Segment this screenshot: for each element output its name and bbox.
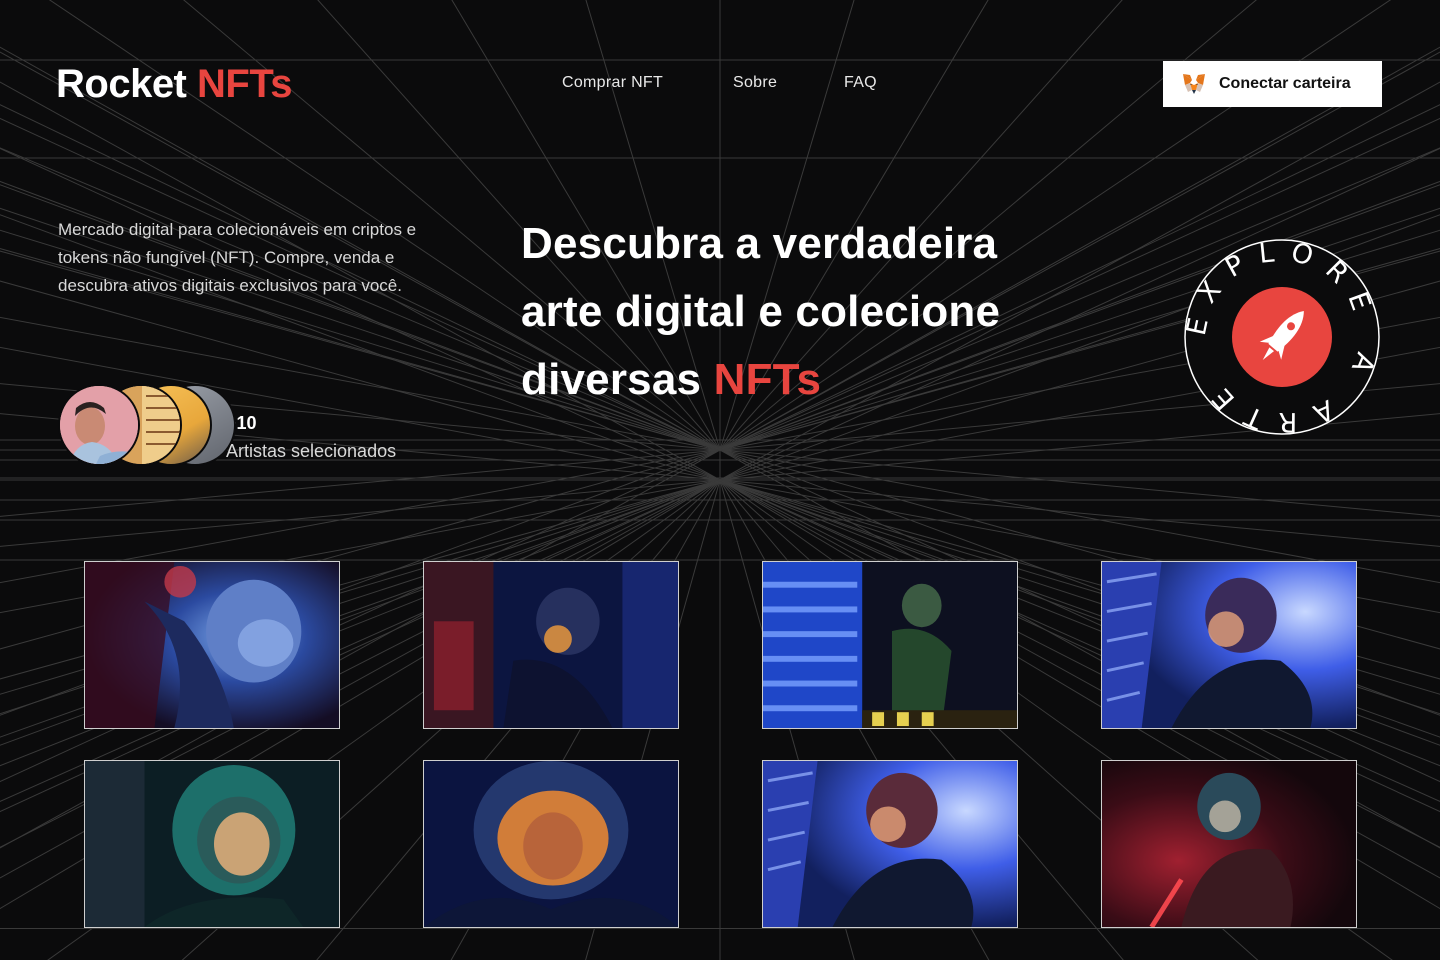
intro-text: Mercado digital para colecionáveis em cr… bbox=[58, 220, 417, 295]
gallery-item[interactable] bbox=[762, 760, 1018, 928]
hero-title: Descubra a verdadeira arte digital e col… bbox=[521, 210, 1141, 414]
gallery-item[interactable] bbox=[423, 561, 679, 729]
hero-title-line-3: diversas bbox=[521, 355, 702, 404]
gallery-item[interactable] bbox=[84, 760, 340, 928]
brand-name: Rocket bbox=[56, 62, 187, 106]
metamask-fox-icon bbox=[1183, 74, 1205, 94]
brand-logo[interactable]: Rocket NFTs bbox=[56, 62, 293, 107]
hero-title-accent: NFTs bbox=[713, 355, 822, 404]
nav-link-sobre[interactable]: Sobre bbox=[733, 74, 777, 92]
connect-wallet-button[interactable]: Conectar carteira bbox=[1163, 61, 1382, 107]
gallery-item[interactable] bbox=[762, 561, 1018, 729]
artist-avatars[interactable] bbox=[58, 384, 236, 466]
nav-link-comprar-nft[interactable]: Comprar NFT bbox=[562, 74, 663, 92]
gallery-item[interactable] bbox=[84, 561, 340, 729]
gallery-item[interactable] bbox=[1101, 561, 1357, 729]
connect-wallet-label: Conectar carteira bbox=[1219, 75, 1351, 92]
avatar bbox=[58, 384, 140, 466]
artist-label: Artistas selecionados bbox=[226, 441, 397, 461]
gallery-item[interactable] bbox=[423, 760, 679, 928]
footer-divider bbox=[0, 928, 1440, 929]
explore-badge[interactable]: EXPLORE A ARTE bbox=[1183, 238, 1381, 436]
brand-accent: NFTs bbox=[197, 62, 293, 106]
gallery-item[interactable] bbox=[1101, 760, 1357, 928]
nav-link-faq[interactable]: FAQ bbox=[844, 74, 877, 92]
hero-title-line-2: arte digital e colecione bbox=[521, 287, 1001, 336]
hero-title-line-1: Descubra a verdadeira bbox=[521, 219, 998, 268]
